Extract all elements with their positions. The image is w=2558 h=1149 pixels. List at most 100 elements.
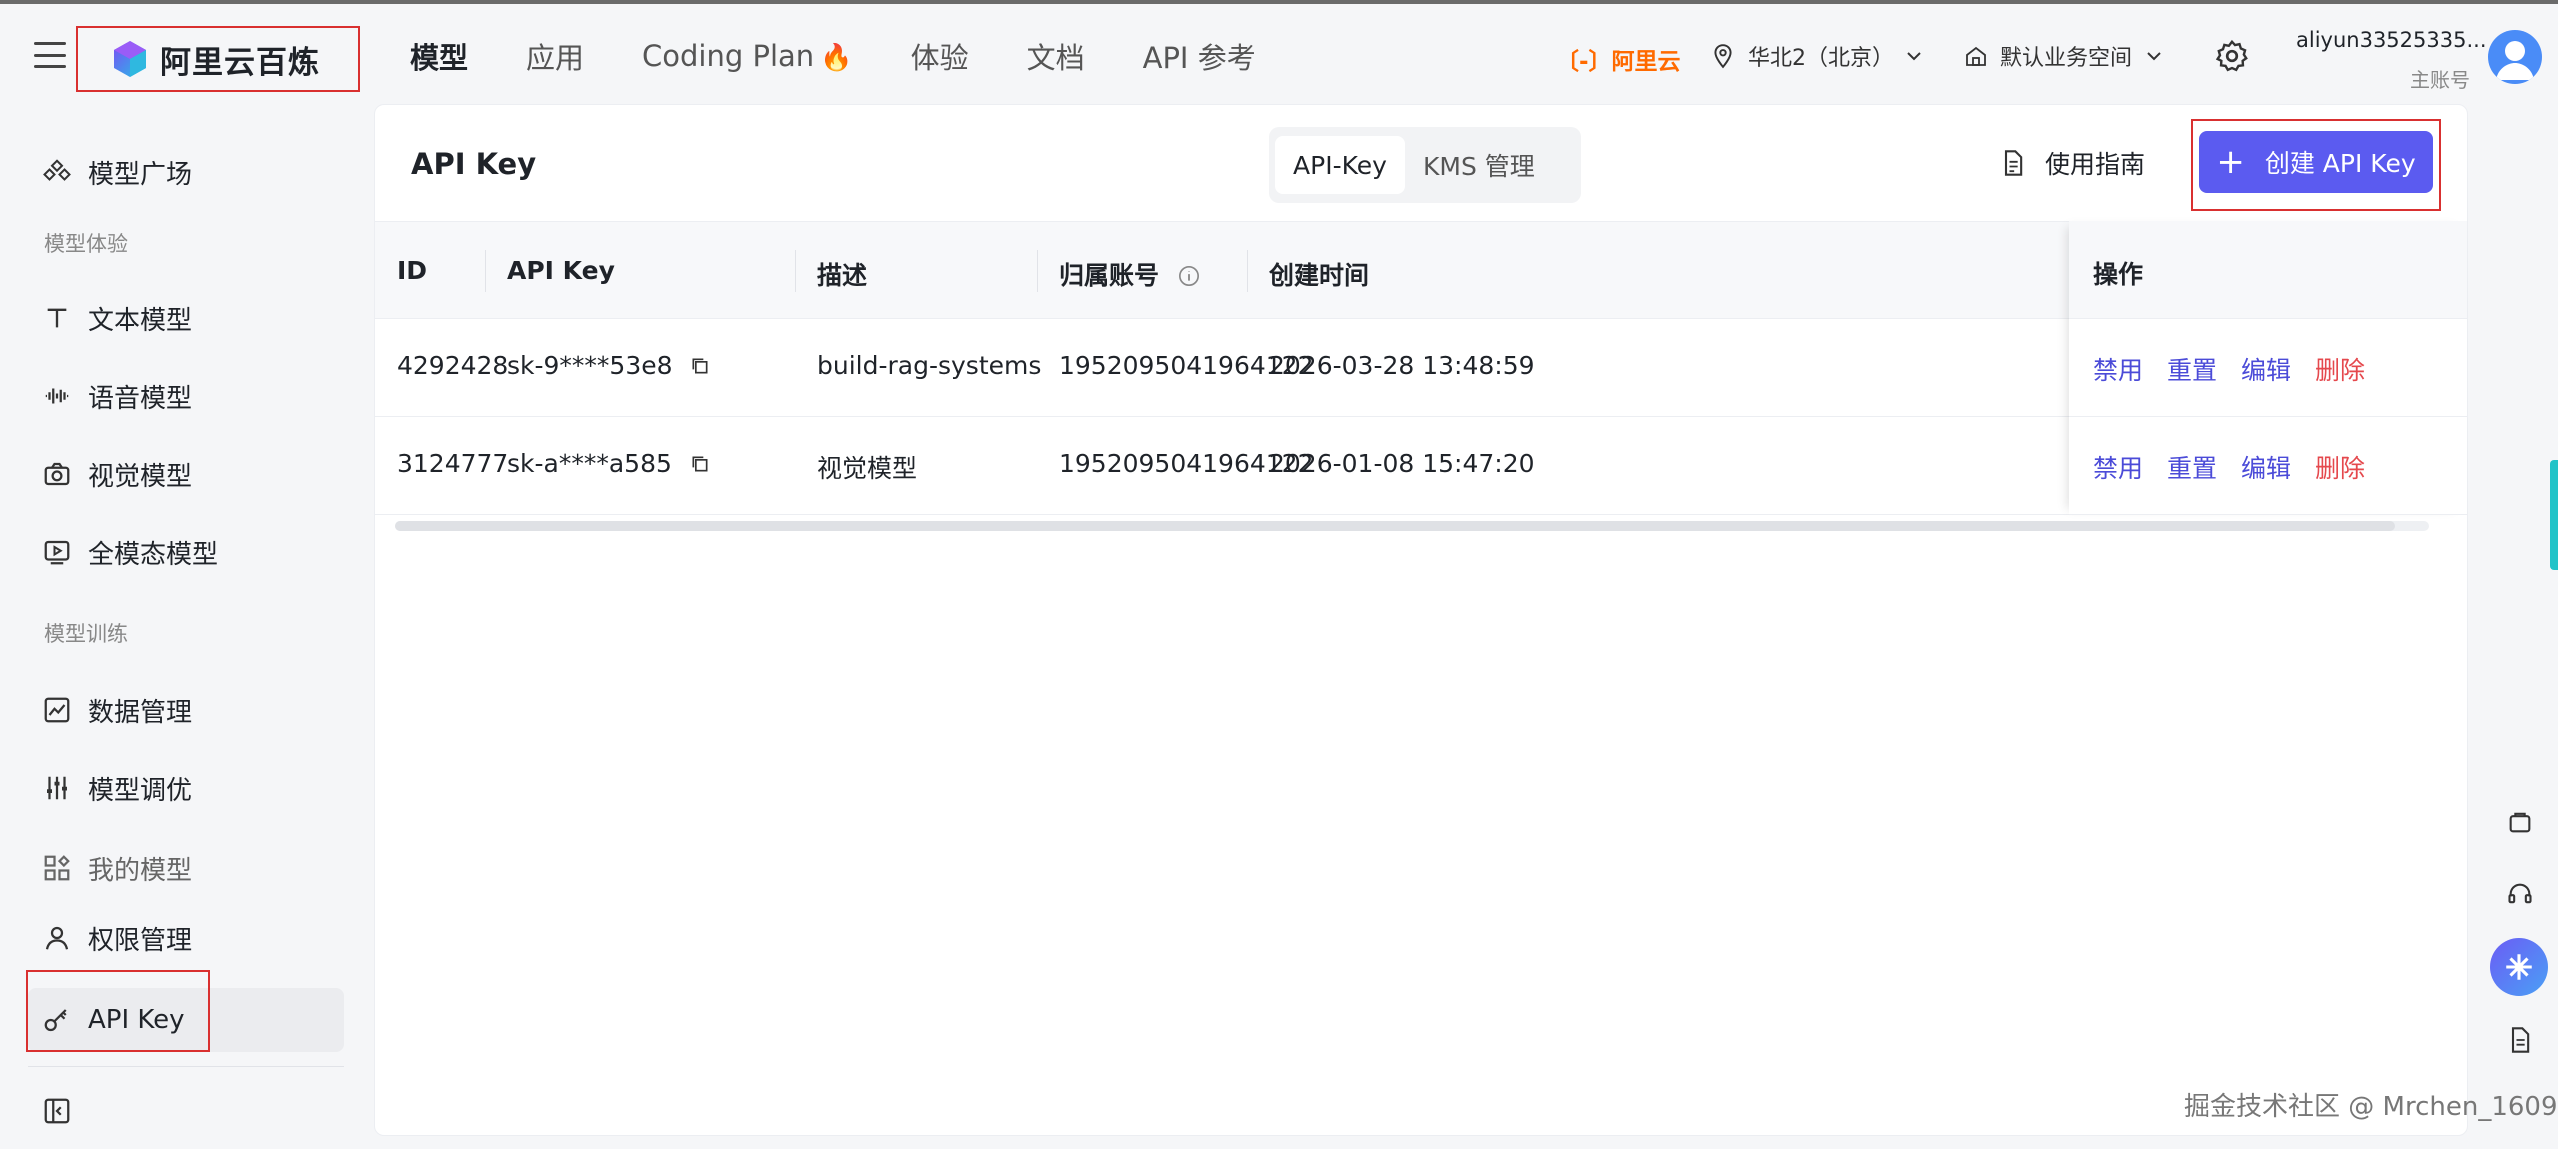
tab-api-key[interactable]: API-Key: [1275, 136, 1405, 194]
api-key-panel: API Key API-Key KMS 管理 使用指南 + 创建 API Key…: [374, 104, 2468, 1136]
text-model-icon: [40, 301, 74, 335]
sidebar-item-text-model[interactable]: 文本模型: [40, 290, 192, 346]
sidebar-item-omni-model[interactable]: 全模态模型: [40, 524, 218, 580]
logo-icon: [110, 39, 150, 79]
reset-link[interactable]: 重置: [2167, 351, 2217, 387]
tab-switcher: API-Key KMS 管理: [1269, 127, 1581, 203]
delete-link[interactable]: 删除: [2315, 351, 2365, 387]
sidebar: 模型广场 模型体验 文本模型 语音模型 视觉模型 全模态模型 模型训练 数据管理…: [0, 104, 374, 1149]
audio-model-icon: [40, 379, 74, 413]
delete-link[interactable]: 删除: [2315, 449, 2365, 485]
user-icon: [40, 921, 74, 955]
disable-link[interactable]: 禁用: [2093, 351, 2143, 387]
tab-kms[interactable]: KMS 管理: [1405, 136, 1553, 194]
aliyun-brand-logo[interactable]: 〔-〕阿里云: [1556, 42, 1681, 76]
workspace-label: 默认业务空间: [2000, 46, 2133, 71]
sidebar-item-label: 全模态模型: [88, 539, 219, 570]
sidebar-item-label: 我的模型: [88, 855, 193, 886]
chevron-down-icon: [1907, 52, 1921, 61]
sidebar-item-fine-tuning[interactable]: 模型调优: [40, 760, 192, 816]
nav-apps[interactable]: 应用: [526, 35, 584, 77]
sidebar-item-model-plaza[interactable]: 模型广场: [40, 144, 192, 200]
sidebar-group-experience: 模型体验: [44, 232, 128, 256]
nav-models[interactable]: 模型: [410, 35, 468, 77]
info-icon[interactable]: [1178, 265, 1200, 287]
cell-id: 3124777: [397, 449, 509, 478]
nav-coding-plan-label: Coding Plan: [642, 39, 815, 73]
cell-id: 4292428: [397, 351, 509, 380]
flame-icon: 🔥: [820, 43, 853, 73]
create-api-key-button[interactable]: + 创建 API Key: [2199, 131, 2433, 193]
nav-coding-plan[interactable]: Coding Plan 🔥: [642, 39, 853, 73]
sliders-icon: [40, 771, 74, 805]
document-icon[interactable]: [2500, 1020, 2540, 1060]
home-icon: [1966, 46, 1986, 66]
disable-link[interactable]: 禁用: [2093, 449, 2143, 485]
cell-api-key: sk-a****a585: [507, 449, 710, 478]
col-header-api-key: API Key: [507, 256, 615, 285]
sidebar-item-audio-model[interactable]: 语音模型: [40, 368, 192, 424]
copy-icon[interactable]: [690, 454, 710, 474]
sidebar-item-my-models[interactable]: 我的模型: [40, 840, 192, 896]
document-icon: [2004, 150, 2023, 176]
create-api-key-label: 创建 API Key: [2264, 149, 2416, 178]
sidebar-item-data-management[interactable]: 数据管理: [40, 682, 192, 738]
nav-experience[interactable]: 体验: [911, 35, 969, 77]
main-nav: 模型 应用 Coding Plan 🔥 体验 文档 API 参考: [410, 4, 1314, 108]
column-divider: [795, 250, 796, 292]
edge-tab[interactable]: [2550, 460, 2558, 570]
workspace-selector[interactable]: 默认业务空间: [1964, 40, 2164, 72]
col-header-account: 归属账号: [1059, 256, 1200, 292]
edit-link[interactable]: 编辑: [2241, 351, 2291, 387]
nav-docs[interactable]: 文档: [1027, 35, 1085, 77]
api-key-value: sk-a****a585: [507, 449, 672, 478]
col-header-account-label: 归属账号: [1059, 261, 1160, 290]
camera-icon: [40, 457, 74, 491]
nav-api-reference[interactable]: API 参考: [1143, 35, 1256, 77]
region-selector[interactable]: 华北2（北京）: [1710, 40, 1924, 72]
user-name[interactable]: aliyun33525335...: [2296, 28, 2487, 52]
actions-column: 操作 禁用 重置 编辑 删除 禁用 重置 编辑 删除: [2069, 221, 2467, 515]
cell-api-key: sk-9****53e8: [507, 351, 710, 380]
actions-row: 禁用 重置 编辑 删除: [2069, 319, 2467, 417]
guide-link[interactable]: 使用指南: [1999, 145, 2145, 181]
sidebar-item-label: 权限管理: [88, 925, 193, 956]
reset-link[interactable]: 重置: [2167, 449, 2217, 485]
sidebar-item-label: 视觉模型: [88, 461, 193, 492]
page-title: API Key: [411, 147, 537, 181]
watermark: 掘金技术社区 @ Mrchen_1609: [2184, 1092, 2558, 1122]
column-divider: [485, 250, 486, 292]
sidebar-divider: [28, 1066, 344, 1067]
scrollbar-thumb[interactable]: [395, 521, 2395, 531]
cell-created: 2026-01-08 15:47:20: [1269, 449, 1535, 478]
sidebar-item-vision-model[interactable]: 视觉模型: [40, 446, 192, 502]
bag-icon[interactable]: [2500, 802, 2540, 842]
chart-icon: [40, 693, 74, 727]
headset-icon[interactable]: [2500, 874, 2540, 914]
plus-icon: +: [2216, 142, 2245, 182]
cell-created: 2026-03-28 13:48:59: [1269, 351, 1535, 380]
region-label: 华北2（北京）: [1748, 46, 1894, 71]
ai-assistant-icon[interactable]: [2490, 938, 2548, 996]
cell-description: build-rag-systems: [817, 351, 1042, 380]
model-plaza-icon: [40, 155, 74, 189]
user-role: 主账号: [2410, 68, 2470, 92]
highlight-box: [26, 970, 210, 1052]
sidebar-item-label: 语音模型: [88, 383, 193, 414]
sidebar-item-label: 文本模型: [88, 305, 193, 336]
api-key-value: sk-9****53e8: [507, 351, 673, 380]
copy-icon[interactable]: [690, 356, 710, 376]
menu-icon[interactable]: [34, 42, 66, 68]
horizontal-scrollbar[interactable]: [395, 521, 2429, 531]
sidebar-item-permissions[interactable]: 权限管理: [40, 910, 192, 966]
logo[interactable]: 阿里云百炼: [76, 26, 360, 92]
sidebar-item-label: 数据管理: [88, 697, 193, 728]
col-header-id: ID: [397, 256, 428, 285]
chevron-down-icon: [2147, 52, 2161, 61]
edit-link[interactable]: 编辑: [2241, 449, 2291, 485]
avatar[interactable]: [2488, 30, 2542, 84]
gear-icon[interactable]: [2214, 38, 2250, 74]
omni-model-icon: [40, 535, 74, 569]
col-header-created: 创建时间: [1269, 261, 1370, 290]
collapse-sidebar-icon[interactable]: [42, 1096, 72, 1126]
